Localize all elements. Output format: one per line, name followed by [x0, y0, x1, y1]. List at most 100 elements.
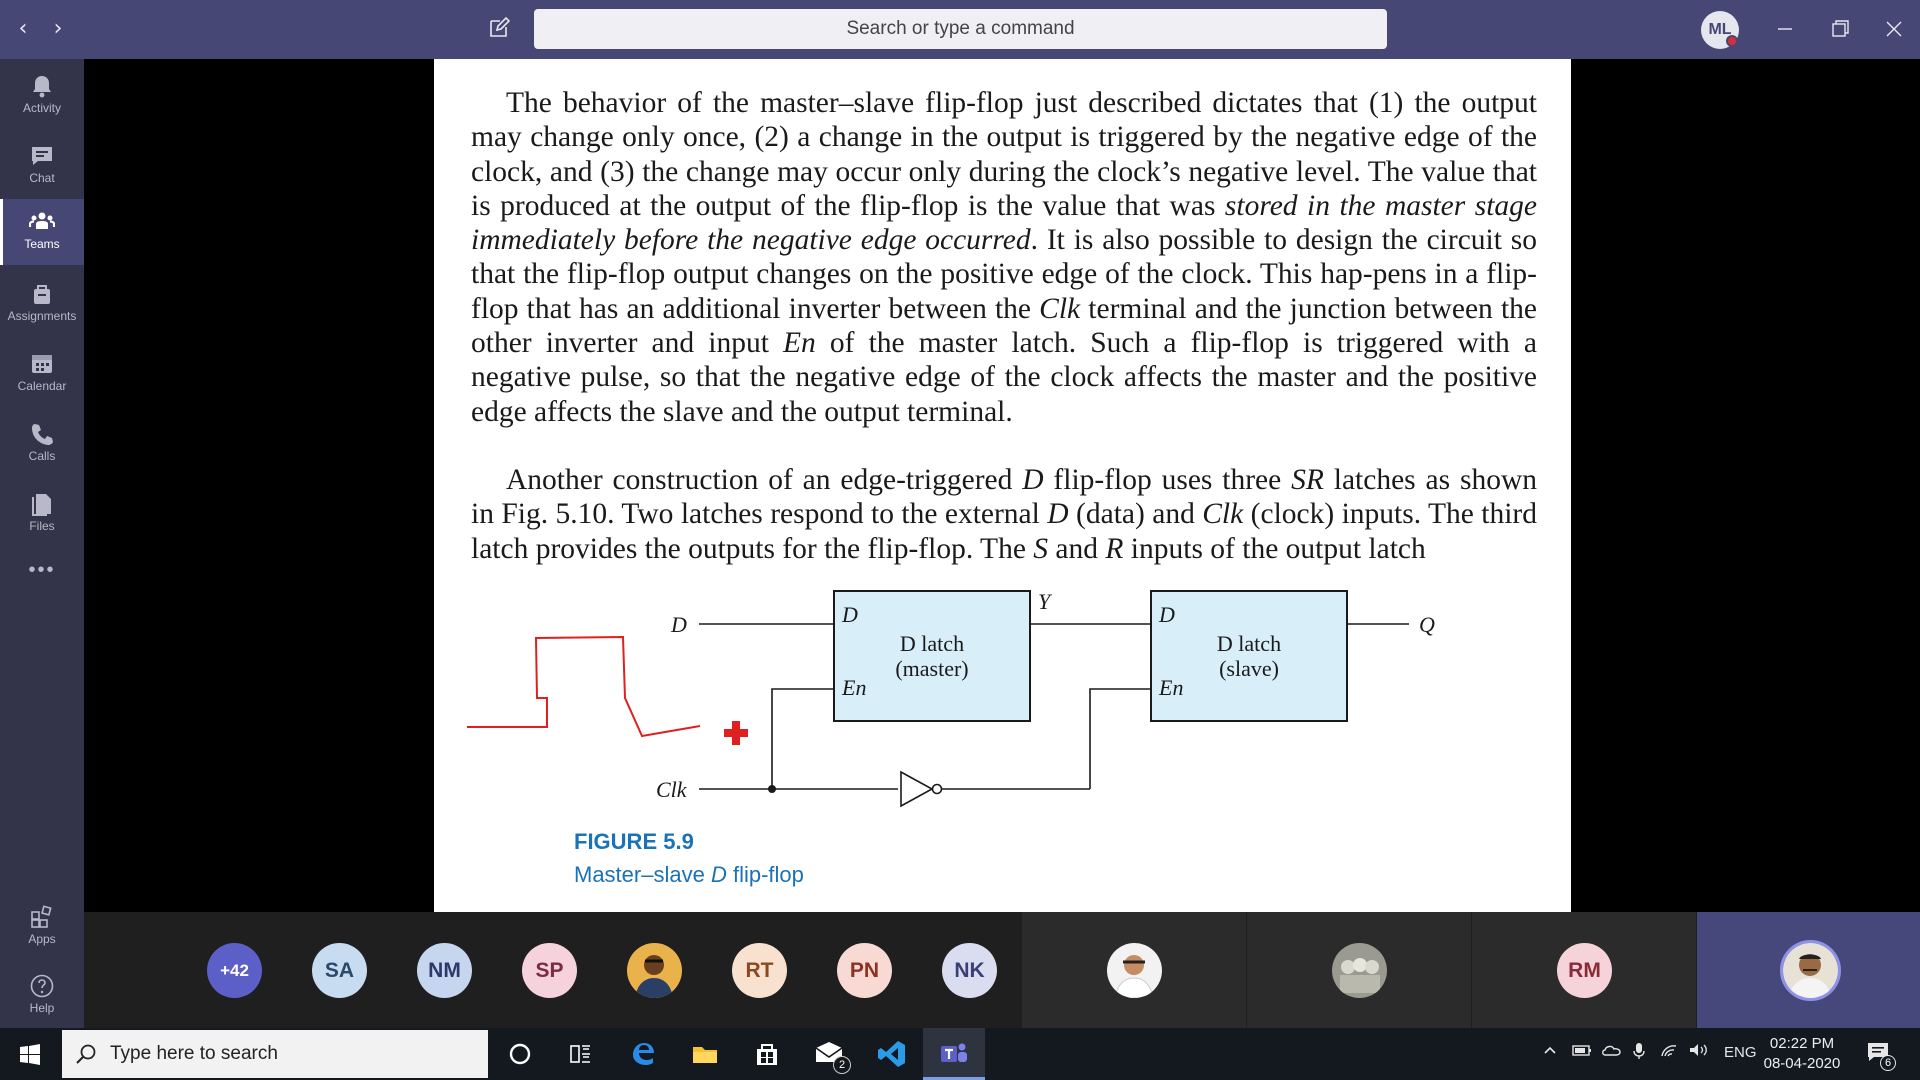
junction-dot — [768, 785, 776, 793]
italic-run: D — [1022, 464, 1044, 496]
battery-icon[interactable] — [1572, 1042, 1592, 1062]
onedrive-icon[interactable] — [1600, 1042, 1622, 1062]
microphone-icon[interactable] — [1632, 1042, 1646, 1064]
more-apps-button[interactable]: ••• — [0, 559, 84, 589]
figure-title: Master–slave D flip-flop — [574, 862, 804, 888]
rail-item-calendar[interactable]: Calendar — [0, 341, 84, 407]
participant-avatar[interactable]: RT — [732, 943, 787, 998]
search-icon — [76, 1044, 96, 1064]
close-button[interactable] — [1879, 14, 1909, 44]
wifi-icon[interactable] — [1660, 1042, 1680, 1062]
master-en-label: En — [841, 675, 866, 700]
back-button[interactable]: ‹ — [10, 16, 36, 42]
figure-title-italic: D — [710, 862, 727, 887]
text-run: (data) and — [1068, 498, 1203, 531]
participant-avatar[interactable]: NK — [942, 943, 997, 998]
participant-photo[interactable] — [1332, 943, 1387, 998]
windows-start-icon[interactable] — [14, 1038, 46, 1070]
rail-item-calls[interactable]: Calls — [0, 411, 84, 477]
italic-run: R — [1105, 532, 1124, 565]
rail-item-teams[interactable]: Teams — [0, 199, 84, 265]
assignments-icon — [34, 285, 50, 304]
notification-count-badge: 6 — [1880, 1055, 1896, 1071]
text-run: flip-flop uses three — [1043, 464, 1292, 496]
participant-photo[interactable] — [1107, 943, 1162, 998]
participant-photo[interactable] — [627, 943, 682, 998]
clock-time: 02:22 PM — [1769, 1035, 1835, 1052]
figure-title-text: Master–slave — [574, 862, 711, 887]
mail-badge: 2 — [833, 1056, 851, 1074]
rail-item-chat[interactable]: Chat — [0, 133, 84, 199]
italic-run: En — [783, 327, 816, 360]
tray-overflow-icon[interactable] — [1542, 1042, 1558, 1062]
rail-item-activity[interactable]: Activity — [0, 63, 84, 129]
rail-item-apps[interactable]: Apps — [0, 894, 84, 960]
inverter-triangle — [900, 770, 934, 808]
text-run: and — [1048, 532, 1106, 565]
red-cursor-cross-icon — [724, 721, 748, 745]
phone-icon — [32, 424, 53, 445]
self-participant-photo[interactable] — [1780, 940, 1841, 1001]
italic-run: D — [1047, 498, 1069, 531]
participant-avatar[interactable]: NM — [417, 943, 472, 998]
participant-avatar[interactable]: SA — [312, 943, 367, 998]
slave-d-label: D — [1158, 602, 1175, 627]
participant-avatar[interactable]: SP — [522, 943, 577, 998]
participant-avatar[interactable]: PN — [837, 943, 892, 998]
vscode-icon[interactable] — [876, 1038, 908, 1070]
text-run: inputs of the output latch — [1123, 532, 1426, 565]
volume-icon[interactable] — [1688, 1042, 1710, 1062]
italic-run: SR — [1291, 464, 1324, 496]
figure-label: FIGURE 5.9 — [574, 829, 694, 854]
overflow-participants-badge[interactable]: +42 — [207, 943, 262, 998]
title-bar: ‹ › Search or type a command ML — [0, 0, 1920, 59]
text-run: Another construction of an edge-triggere… — [506, 464, 1023, 496]
d-input-label: D — [670, 612, 687, 637]
y-label: Y — [1038, 589, 1053, 614]
forward-button[interactable]: › — [45, 16, 71, 42]
search-input[interactable]: Search or type a command — [534, 9, 1387, 49]
rail-label: Teams — [24, 237, 60, 251]
minimize-button[interactable] — [1770, 14, 1800, 44]
files-icon — [32, 494, 51, 516]
compose-icon[interactable] — [487, 16, 511, 40]
rail-item-files[interactable]: Files — [0, 481, 84, 547]
edge-browser-icon[interactable] — [627, 1038, 659, 1070]
clock-date: 08-04-2020 — [1763, 1055, 1841, 1072]
calendar-icon — [32, 355, 52, 373]
teams-app-icon — [941, 1043, 967, 1062]
master-d-label: D — [841, 602, 858, 627]
italic-run: Clk — [1202, 498, 1244, 531]
rail-item-help[interactable]: Help — [0, 963, 84, 1029]
rail-item-assignments[interactable]: Assignments — [0, 271, 84, 337]
taskbar-search-input[interactable]: Type here to search — [62, 1030, 488, 1078]
slave-title: D latch — [1217, 631, 1281, 656]
master-en-wire — [771, 688, 834, 789]
rail-label: Files — [29, 519, 55, 533]
slave-en-label: En — [1158, 675, 1183, 700]
taskbar-clock[interactable]: 02:22 PM 08-04-2020 — [1762, 1034, 1842, 1074]
q-output-label: Q — [1419, 612, 1435, 637]
pen-annotation-waveform — [467, 635, 701, 738]
cortana-icon[interactable] — [504, 1038, 536, 1070]
store-icon[interactable] — [751, 1038, 783, 1070]
italic-run: Clk — [1039, 292, 1081, 325]
slave-en-wire — [1089, 688, 1151, 789]
paragraph-1: The behavior of the master–slave flip-fl… — [471, 86, 1537, 429]
rail-label: Calendar — [17, 379, 67, 393]
restore-button[interactable] — [1825, 14, 1855, 44]
file-explorer-icon[interactable] — [689, 1038, 721, 1070]
teams-taskbar-button[interactable] — [923, 1028, 985, 1080]
windows-taskbar: Type here to search 2 ENG 02:22 PM 08-04… — [0, 1028, 1920, 1080]
rail-label: Calls — [28, 449, 56, 463]
slave-subtitle: (slave) — [1219, 656, 1279, 681]
shared-document: The behavior of the master–slave flip-fl… — [434, 59, 1571, 912]
paragraph-text: The behavior of the master–slave flip-fl… — [471, 86, 1537, 429]
task-view-icon[interactable] — [564, 1038, 596, 1070]
participant-avatar[interactable]: RM — [1557, 943, 1612, 998]
help-icon — [30, 974, 54, 998]
clk-input-label: Clk — [656, 777, 688, 802]
rail-label: Help — [29, 1001, 55, 1015]
language-indicator[interactable]: ENG — [1724, 1044, 1757, 1061]
rail-label: Apps — [28, 932, 56, 946]
